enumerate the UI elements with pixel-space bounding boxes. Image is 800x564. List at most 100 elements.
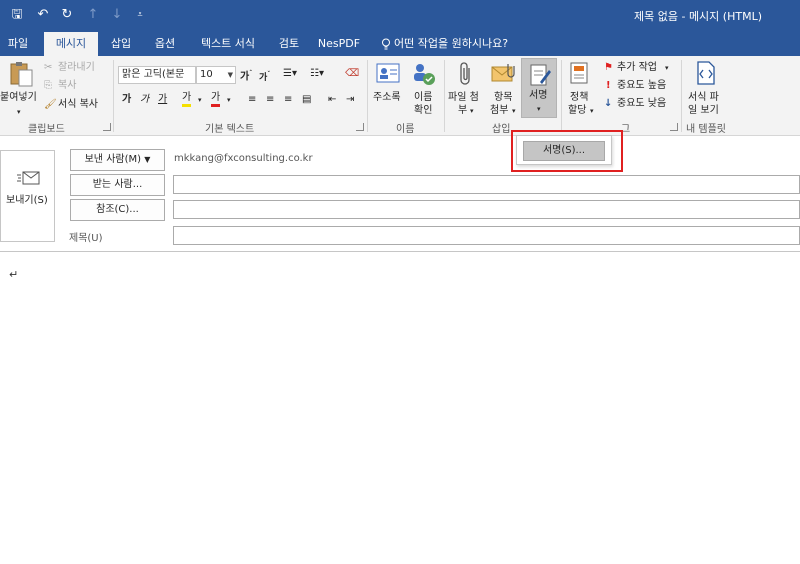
attach-item-button-line2[interactable]: 첨부 [490,105,508,117]
chevron-down-icon: ▼ [144,155,151,164]
send-icon [17,169,41,187]
shrink-font-icon[interactable]: 가ˇ [259,69,270,84]
tab-insert[interactable]: 삽입 [104,32,138,56]
my-templates-group-label: 내 템플릿 [686,124,726,135]
window-title: 제목 없음 - 메시지 (HTML) [634,10,762,23]
italic-button[interactable]: 가 [140,94,149,106]
highlight-button[interactable]: 가 [182,92,192,107]
paste-icon[interactable] [6,60,36,88]
high-importance-button[interactable]: 중요도 높음 [617,80,666,92]
to-field[interactable] [173,175,800,194]
font-size-value: 10 [200,69,213,80]
policy-icon[interactable] [567,60,593,88]
tab-nespdf[interactable]: NesPDF [316,32,362,56]
undo-icon[interactable]: ↶ [34,6,52,24]
message-body[interactable] [0,252,800,564]
policy-button[interactable]: 정책 [570,92,588,104]
align-right-icon[interactable]: ≡ [284,94,292,106]
next-item-icon[interactable]: ↓ [108,6,126,24]
tags-launcher-icon[interactable] [670,123,678,131]
cc-button[interactable]: 참조(C)... [70,199,165,221]
group-divider [113,60,114,132]
customize-quick-access-icon[interactable]: ⩡ [131,6,149,24]
format-painter-icon: 🖌 [44,99,57,110]
decrease-indent-icon[interactable]: ⇤ [328,94,336,106]
align-center-icon[interactable]: ≡ [266,94,274,106]
flag-icon: ⚑ [604,62,613,73]
previous-item-icon[interactable]: ↑ [84,6,102,24]
follow-up-dropdown-icon[interactable]: ▾ [665,62,669,74]
basic-text-launcher-icon[interactable] [356,123,364,131]
follow-up-button[interactable]: 추가 작업 [617,62,657,74]
address-book-icon[interactable] [374,62,402,86]
paste-button[interactable]: 붙여넣기 [0,92,37,104]
font-name-value: 맑은 고딕(본문 [122,69,185,80]
paperclip-icon[interactable] [456,62,476,88]
check-names-icon[interactable] [410,60,438,88]
font-color-dropdown-icon[interactable]: ▾ [227,94,231,106]
underline-button[interactable]: 가 [158,94,167,106]
view-templates-button-line2[interactable]: 일 보기 [688,105,719,117]
copy-icon: ⎘ [44,80,52,91]
paragraph-mark-icon: ↵ [9,268,19,281]
attach-item-button[interactable]: 항목 [494,92,512,104]
font-name-combo[interactable]: 맑은 고딕(본문 [118,66,196,84]
signature-button[interactable]: 서명 ▾ [521,58,557,118]
cc-field[interactable] [173,200,800,219]
title-bar: 🖫 ↶ ↻ ↑ ↓ ⩡ 제목 없음 - 메시지 (HTML) [0,0,800,32]
font-size-combo[interactable]: 10 ▼ [196,66,236,84]
chevron-down-icon: ▼ [227,71,233,79]
attach-item-dropdown-icon[interactable]: ▾ [512,105,516,117]
send-button[interactable]: 보내기(S) [0,150,55,242]
ribbon: 붙여넣기 ▾ ✂ 잘라내기 ⎘ 복사 🖌 서식 복사 클립보드 맑은 고딕(본문… [0,56,800,136]
view-templates-button[interactable]: 서식 파 [688,92,719,104]
tab-options[interactable]: 옵션 [148,32,182,56]
subject-field[interactable] [173,226,800,245]
from-button[interactable]: 보낸 사람(M) ▼ [70,149,165,171]
align-left-icon[interactable]: ≡ [248,94,256,106]
send-label: 보내기(S) [6,195,48,206]
subject-label: 제목(U) [69,233,103,244]
from-label: 보낸 사람(M) [84,154,142,165]
highlight-dropdown-icon[interactable]: ▾ [198,94,202,106]
attach-file-dropdown-icon[interactable]: ▾ [470,105,474,117]
save-icon[interactable]: 🖫 [8,6,26,24]
address-book-button[interactable]: 주소록 [373,92,401,104]
policy-button-line2[interactable]: 할당 [568,105,586,117]
check-names-button-line2[interactable]: 확인 [414,105,432,117]
check-names-button[interactable]: 이름 [414,92,432,104]
low-importance-button[interactable]: 중요도 낮음 [617,98,666,110]
tab-review[interactable]: 검토 [272,32,306,56]
numbering-icon[interactable]: ☷▾ [310,68,324,80]
attach-file-button-line2[interactable]: 부 [458,105,467,117]
attach-file-button[interactable]: 파일 첨 [448,92,479,104]
tab-message[interactable]: 메시지 [44,32,98,56]
clipboard-launcher-icon[interactable] [103,123,111,131]
tab-file[interactable]: 파일 [0,32,36,56]
justify-icon[interactable]: ▤ [302,94,311,106]
view-templates-icon[interactable] [694,60,718,88]
grow-font-icon[interactable]: 가ˆ [240,68,252,83]
font-color-button[interactable]: 가 [211,92,221,107]
bold-button[interactable]: 가 [122,94,131,106]
ribbon-tabs: 파일 메시지 삽입 옵션 텍스트 서식 검토 NesPDF 어떤 작업을 원하시… [0,32,800,56]
increase-indent-icon[interactable]: ⇥ [346,94,354,106]
format-painter-button[interactable]: 서식 복사 [58,99,98,111]
policy-dropdown-icon[interactable]: ▾ [590,105,594,117]
cut-button[interactable]: 잘라내기 [58,62,95,74]
tab-format-text[interactable]: 텍스트 서식 [192,32,264,56]
group-divider [367,60,368,132]
bullets-icon[interactable]: ☰▾ [283,68,297,80]
to-button[interactable]: 받는 사람... [70,174,165,196]
clear-formatting-icon[interactable]: ⌫ [345,68,359,80]
include-group-label: 삽입 [492,124,511,135]
highlight-annotation [511,130,623,172]
tell-me-search[interactable]: 어떤 작업을 원하시나요? [394,32,512,56]
paste-dropdown-icon[interactable]: ▾ [17,106,21,118]
clipboard-group-label: 클립보드 [28,124,65,135]
signature-icon [528,62,552,88]
attach-item-icon[interactable] [490,62,516,86]
copy-button[interactable]: 복사 [58,80,76,92]
redo-icon[interactable]: ↻ [58,6,76,24]
group-divider [681,60,682,132]
